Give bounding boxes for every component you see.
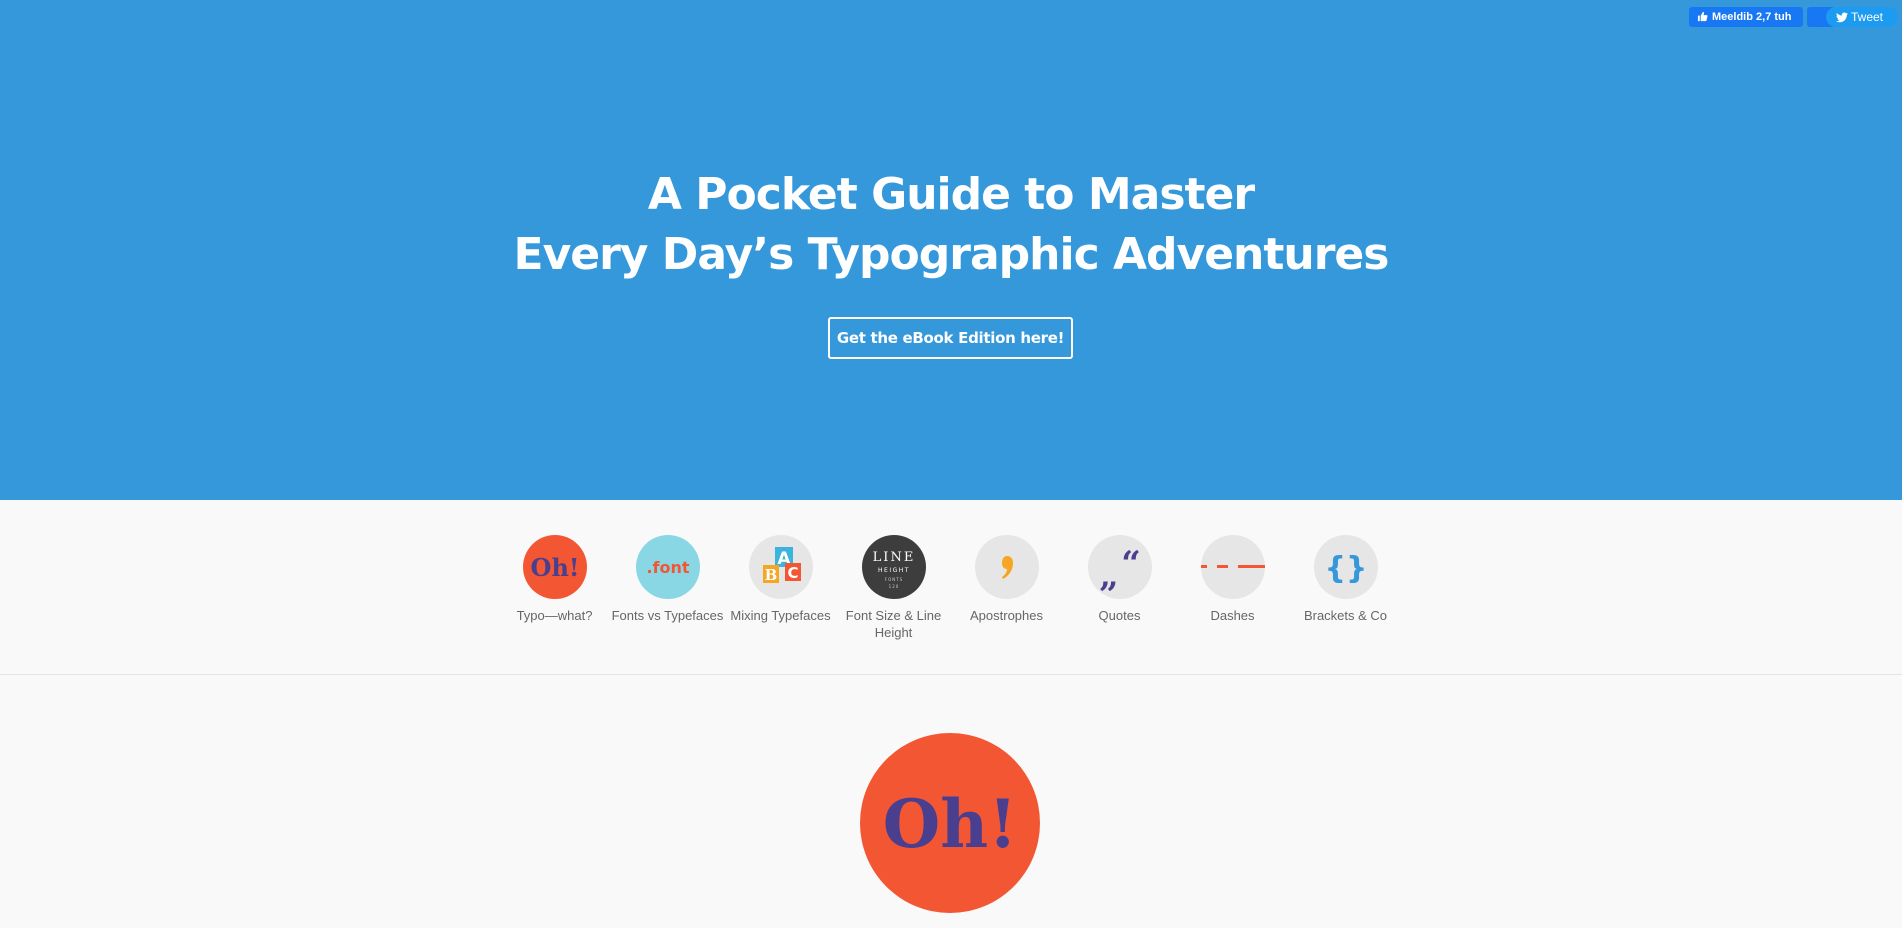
font-icon-text: .font [646,558,689,577]
facebook-like-button[interactable]: Meeldib 2,7 tuh [1689,7,1803,27]
nav-item-label: Mixing Typefaces [730,608,831,623]
nav-item-fonts-vs-typefaces[interactable]: .font Fonts vs Typefaces [611,535,724,624]
twitter-bird-icon [1836,9,1848,29]
facebook-like-label: Meeldib 2,7 tuh [1712,11,1792,23]
line-height-icon-text-4: 120 [888,584,899,589]
tweet-button[interactable]: Tweet [1826,7,1898,27]
nav-item-label: Dashes [1210,608,1255,623]
nav-item-label: Font Size & Line Height [845,608,942,640]
nav-item-label: Typo—what? [516,608,593,623]
line-height-icon-text-3: FONTS [884,577,902,582]
svg-text:C: C [787,564,798,582]
chapter-navigation: Oh! Typo—what? .font Fonts vs Typefaces … [0,500,1902,675]
nav-item-font-size-line-height[interactable]: LINE HEIGHT FONTS 120 Font Size & Line H… [837,535,950,641]
nav-item-label: Fonts vs Typefaces [611,608,724,623]
tweet-label: Tweet [1851,10,1884,24]
font-extension-icon: .font [635,535,700,599]
line-height-icon-text-2: HEIGHT [878,567,910,574]
apostrophe-icon [974,535,1039,599]
nav-item-typo-what[interactable]: Oh! Typo—what? [498,535,611,624]
section-oh-icon-text: Oh! [883,785,1017,863]
nav-item-brackets-co[interactable]: {} Brackets & Co [1289,535,1402,624]
svg-text:„: „ [1099,556,1119,596]
get-ebook-button[interactable]: Get the eBook Edition here! [828,317,1073,359]
line-height-icon-text-1: LINE [872,550,915,565]
nav-item-quotes[interactable]: „ “ Quotes [1063,535,1176,624]
hero-section: Meeldib 2,7 tuh Tweet A Pocket Guide to … [0,0,1902,500]
brackets-icon-text: {} [1324,551,1367,586]
section-oh-exclamation-icon: Oh! [860,733,1040,913]
oh-exclamation-icon: Oh! [522,535,587,599]
svg-text:“: “ [1121,544,1141,584]
oh-icon-text: Oh! [530,553,579,582]
dashes-icon [1200,535,1265,599]
nav-item-label: Apostrophes [970,608,1043,623]
nav-item-label: Quotes [1098,608,1141,623]
nav-item-apostrophes[interactable]: Apostrophes [950,535,1063,624]
thumbs-up-icon [1697,9,1708,29]
nav-item-dashes[interactable]: Dashes [1176,535,1289,624]
curly-brackets-icon: {} [1313,535,1378,599]
line-height-icon: LINE HEIGHT FONTS 120 [861,535,926,599]
quotes-icon: „ “ [1087,535,1152,599]
page-title-line-2: Every Day’s Typographic Adventures [513,229,1390,280]
nav-item-label: Brackets & Co [1303,608,1388,623]
nav-item-mixing-typefaces[interactable]: A B C Mixing Typefaces [724,535,837,624]
page-title: A Pocket Guide to Master Every Day’s Typ… [0,165,1902,285]
page-title-line-1: A Pocket Guide to Master [647,169,1255,220]
abc-blocks-icon: A B C [748,535,813,599]
svg-text:B: B [764,566,777,584]
